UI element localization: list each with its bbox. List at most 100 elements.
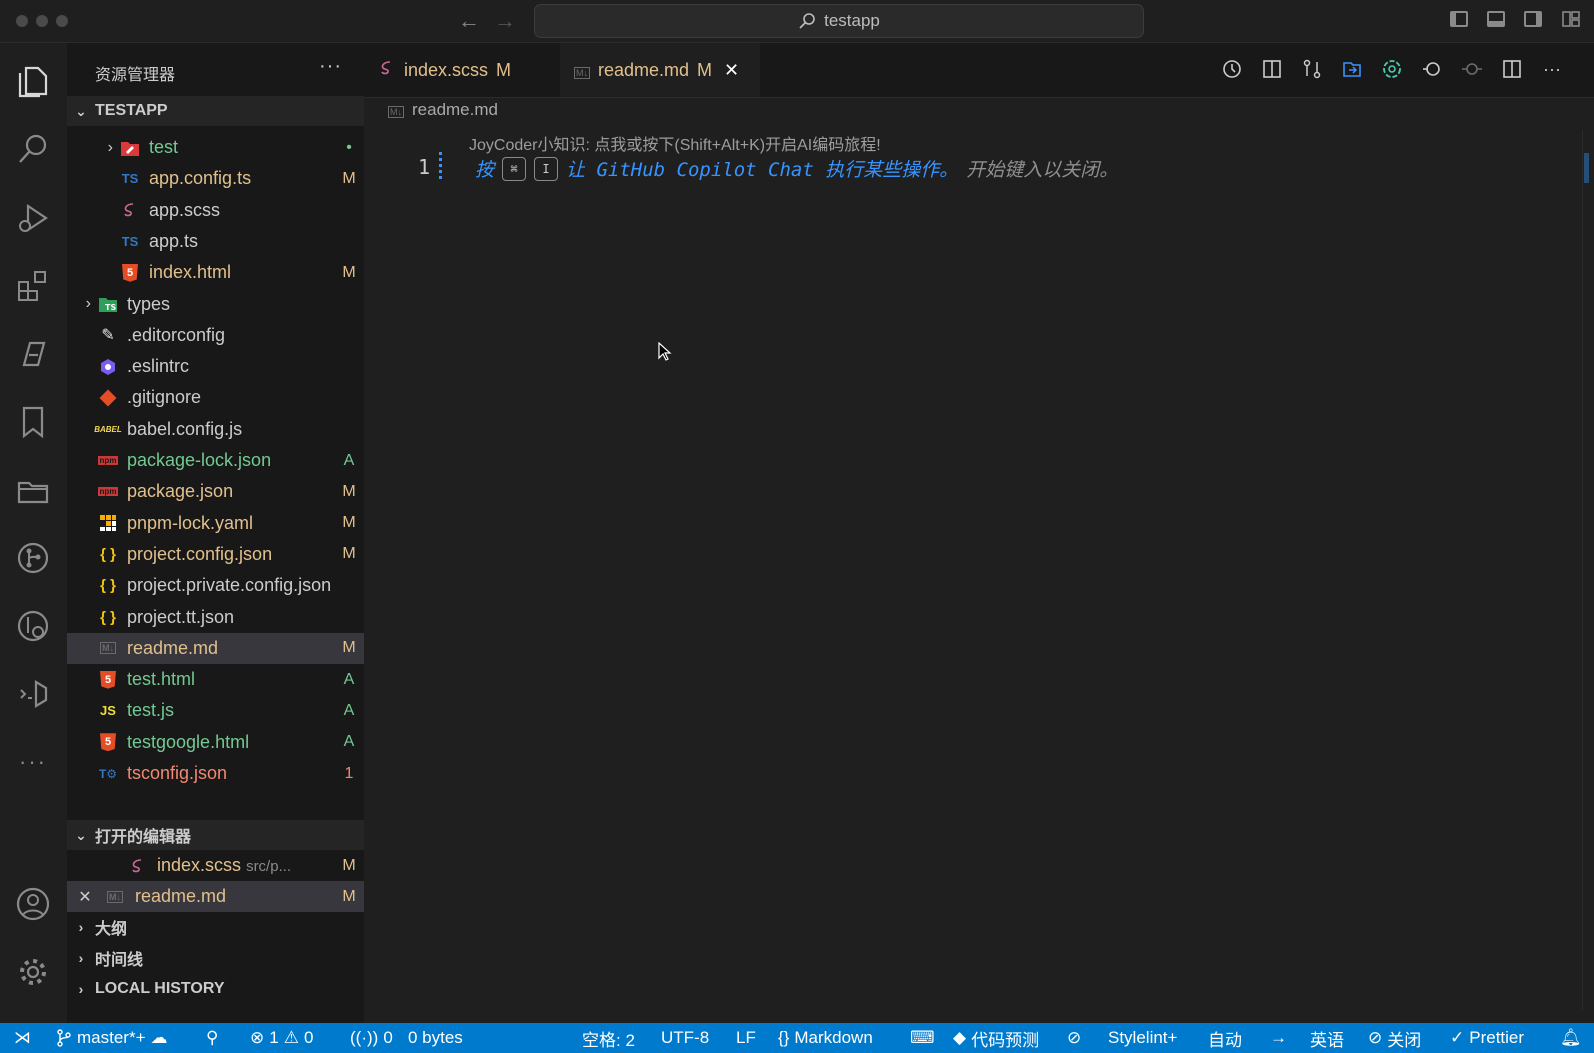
account-icon[interactable]: [12, 883, 54, 925]
git-status-badge: M: [342, 639, 356, 657]
project-manager-icon[interactable]: [12, 469, 54, 511]
search-sidebar-icon[interactable]: [12, 128, 54, 170]
chevron-right-icon: ›: [78, 950, 84, 966]
indentation-indicator[interactable]: 空格: 2: [582, 1026, 635, 1051]
open-file-icon[interactable]: [1340, 57, 1364, 81]
open-preview-icon[interactable]: [1260, 57, 1284, 81]
file-tree-item[interactable]: › TS types: [67, 289, 364, 320]
file-size[interactable]: 0 bytes: [408, 1028, 463, 1048]
toggle-secondary-sidebar-icon[interactable]: [1524, 11, 1542, 27]
file-tree-item[interactable]: { } project.config.json M: [67, 539, 364, 570]
ports-indicator[interactable]: ((·)) 0: [350, 1028, 393, 1048]
remote-indicator-icon[interactable]: ⋊: [14, 1028, 31, 1048]
go-back-icon[interactable]: [1420, 57, 1444, 81]
eol-indicator[interactable]: LF: [736, 1028, 756, 1048]
customize-layout-icon[interactable]: [1562, 11, 1580, 27]
explorer-icon[interactable]: [12, 59, 54, 101]
compare-changes-icon[interactable]: [1300, 57, 1324, 81]
copilot-disabled-icon[interactable]: ⊘: [1067, 1028, 1081, 1048]
open-editor-item[interactable]: ✕ M↓ readme.md M: [67, 881, 364, 912]
copilot-ghost-text[interactable]: 按 ⌘ I 让 GitHub Copilot Chat 执行某些操作。 开始键入…: [475, 155, 1118, 182]
code-prediction[interactable]: ◆ 代码预测: [953, 1026, 1039, 1051]
file-tree-item[interactable]: 5 testgoogle.html A: [67, 727, 364, 758]
language-mode[interactable]: {} Markdown: [778, 1028, 873, 1048]
file-name: index.html: [149, 262, 232, 283]
open-editors-header[interactable]: ⌄ 打开的编辑器: [67, 820, 364, 850]
file-name: babel.config.js: [127, 418, 243, 439]
file-tree-item[interactable]: npm package.json M: [67, 476, 364, 507]
file-tree-item[interactable]: 5 test.html A: [67, 664, 364, 695]
more-actions-icon[interactable]: ···: [319, 55, 342, 78]
file-tree-item[interactable]: JS test.js A: [67, 695, 364, 726]
markdown-icon: M↓: [107, 890, 123, 903]
tab-readme-md[interactable]: M↓ readme.md M ✕: [560, 43, 760, 97]
settings-gear-icon[interactable]: [12, 951, 54, 993]
git-graph-status-icon[interactable]: ⚲: [206, 1028, 218, 1048]
file-tree-item[interactable]: BABEL babel.config.js: [67, 414, 364, 445]
remote-explorer-icon[interactable]: [12, 673, 54, 715]
maximize-window-button[interactable]: [56, 15, 68, 27]
file-tree-item[interactable]: { } project.private.config.json: [67, 570, 364, 601]
toggle-panel-icon[interactable]: [1487, 11, 1505, 27]
auto-indicator[interactable]: 自动: [1208, 1026, 1242, 1051]
back-arrow-icon[interactable]: ←: [458, 8, 480, 34]
close-window-button[interactable]: [16, 15, 28, 27]
joycoder-hint[interactable]: JoyCoder小知识: 点我或按下(Shift+Alt+K)开启AI编码旅程!: [469, 131, 881, 155]
terminal-icon[interactable]: ⌨: [910, 1028, 935, 1048]
open-editor-item[interactable]: index.scss src/p... M: [67, 850, 364, 881]
command-center-search[interactable]: testapp: [534, 4, 1144, 38]
git-status-badge: M: [342, 514, 356, 532]
chevron-right-icon: ›: [78, 919, 84, 935]
file-tree-item[interactable]: npm package-lock.json A: [67, 445, 364, 476]
title-bar: ← → testapp: [0, 0, 1594, 43]
stylelint-indicator[interactable]: Stylelint+: [1108, 1028, 1177, 1048]
tab-index-scss[interactable]: index.scss M: [364, 43, 560, 97]
more-views-icon[interactable]: ···: [12, 741, 54, 783]
history-icon[interactable]: [1220, 57, 1244, 81]
split-editor-icon[interactable]: [1500, 57, 1524, 81]
local-history-header[interactable]: › LOCAL HISTORY: [67, 974, 364, 1004]
more-actions-icon[interactable]: ···: [1540, 57, 1564, 81]
file-tree-item[interactable]: .eslintrc: [67, 351, 364, 382]
file-tree-item[interactable]: app.scss: [67, 195, 364, 226]
target-language[interactable]: 英语: [1310, 1026, 1344, 1051]
file-tree-item[interactable]: 5 index.html M: [67, 257, 364, 288]
close-toggle[interactable]: ⊘ 关闭: [1368, 1026, 1421, 1051]
project-section-header[interactable]: ⌄ TESTAPP: [67, 96, 364, 126]
timeline-header[interactable]: › 时间线: [67, 943, 364, 973]
run-debug-icon[interactable]: [12, 197, 54, 239]
bookmark-icon[interactable]: [12, 401, 54, 443]
file-tree-item[interactable]: pnpm-lock.yaml M: [67, 508, 364, 539]
ai-assistant-icon[interactable]: [1380, 57, 1404, 81]
file-tree-item[interactable]: T⚙ tsconfig.json 1: [67, 758, 364, 789]
json-icon: { }: [100, 545, 116, 563]
file-tree-item[interactable]: ✎ .editorconfig: [67, 320, 364, 351]
prettier-indicator[interactable]: ✓ Prettier: [1450, 1028, 1524, 1048]
file-tree-item[interactable]: › test •: [67, 132, 364, 163]
file-tree-item[interactable]: TS app.config.ts M: [67, 163, 364, 194]
git-graph-icon[interactable]: [12, 605, 54, 647]
notifications-bell-icon[interactable]: 🔔︎: [1560, 1028, 1582, 1048]
close-icon[interactable]: ✕: [67, 887, 103, 907]
toggle-primary-sidebar-icon[interactable]: [1450, 11, 1468, 27]
editor-scrollbar[interactable]: [1582, 130, 1583, 1010]
extensions-icon[interactable]: [12, 265, 54, 307]
encoding-indicator[interactable]: UTF-8: [661, 1028, 709, 1048]
source-control-icon[interactable]: [12, 537, 54, 579]
branch-indicator[interactable]: master*+ ☁: [56, 1028, 168, 1048]
breadcrumb[interactable]: M↓ readme.md: [388, 100, 498, 120]
minimize-window-button[interactable]: [36, 15, 48, 27]
git-status-badge: M: [342, 482, 356, 500]
file-tree-item[interactable]: TS app.ts: [67, 226, 364, 257]
file-name: .editorconfig: [127, 324, 226, 345]
problems-indicator[interactable]: ⊗ 1 ⚠ 0: [250, 1028, 313, 1048]
joycoder-icon[interactable]: [12, 333, 54, 375]
file-tree-item[interactable]: { } project.tt.json: [67, 602, 364, 633]
file-tree-item[interactable]: .gitignore: [67, 382, 364, 413]
test-folder-icon: [119, 137, 141, 159]
outline-header[interactable]: › 大纲: [67, 912, 364, 942]
file-tree-item[interactable]: M↓ readme.md M: [67, 632, 364, 664]
forward-arrow-icon[interactable]: →: [494, 8, 516, 34]
close-tab-icon[interactable]: ✕: [724, 60, 739, 81]
go-forward-icon[interactable]: [1460, 57, 1484, 81]
